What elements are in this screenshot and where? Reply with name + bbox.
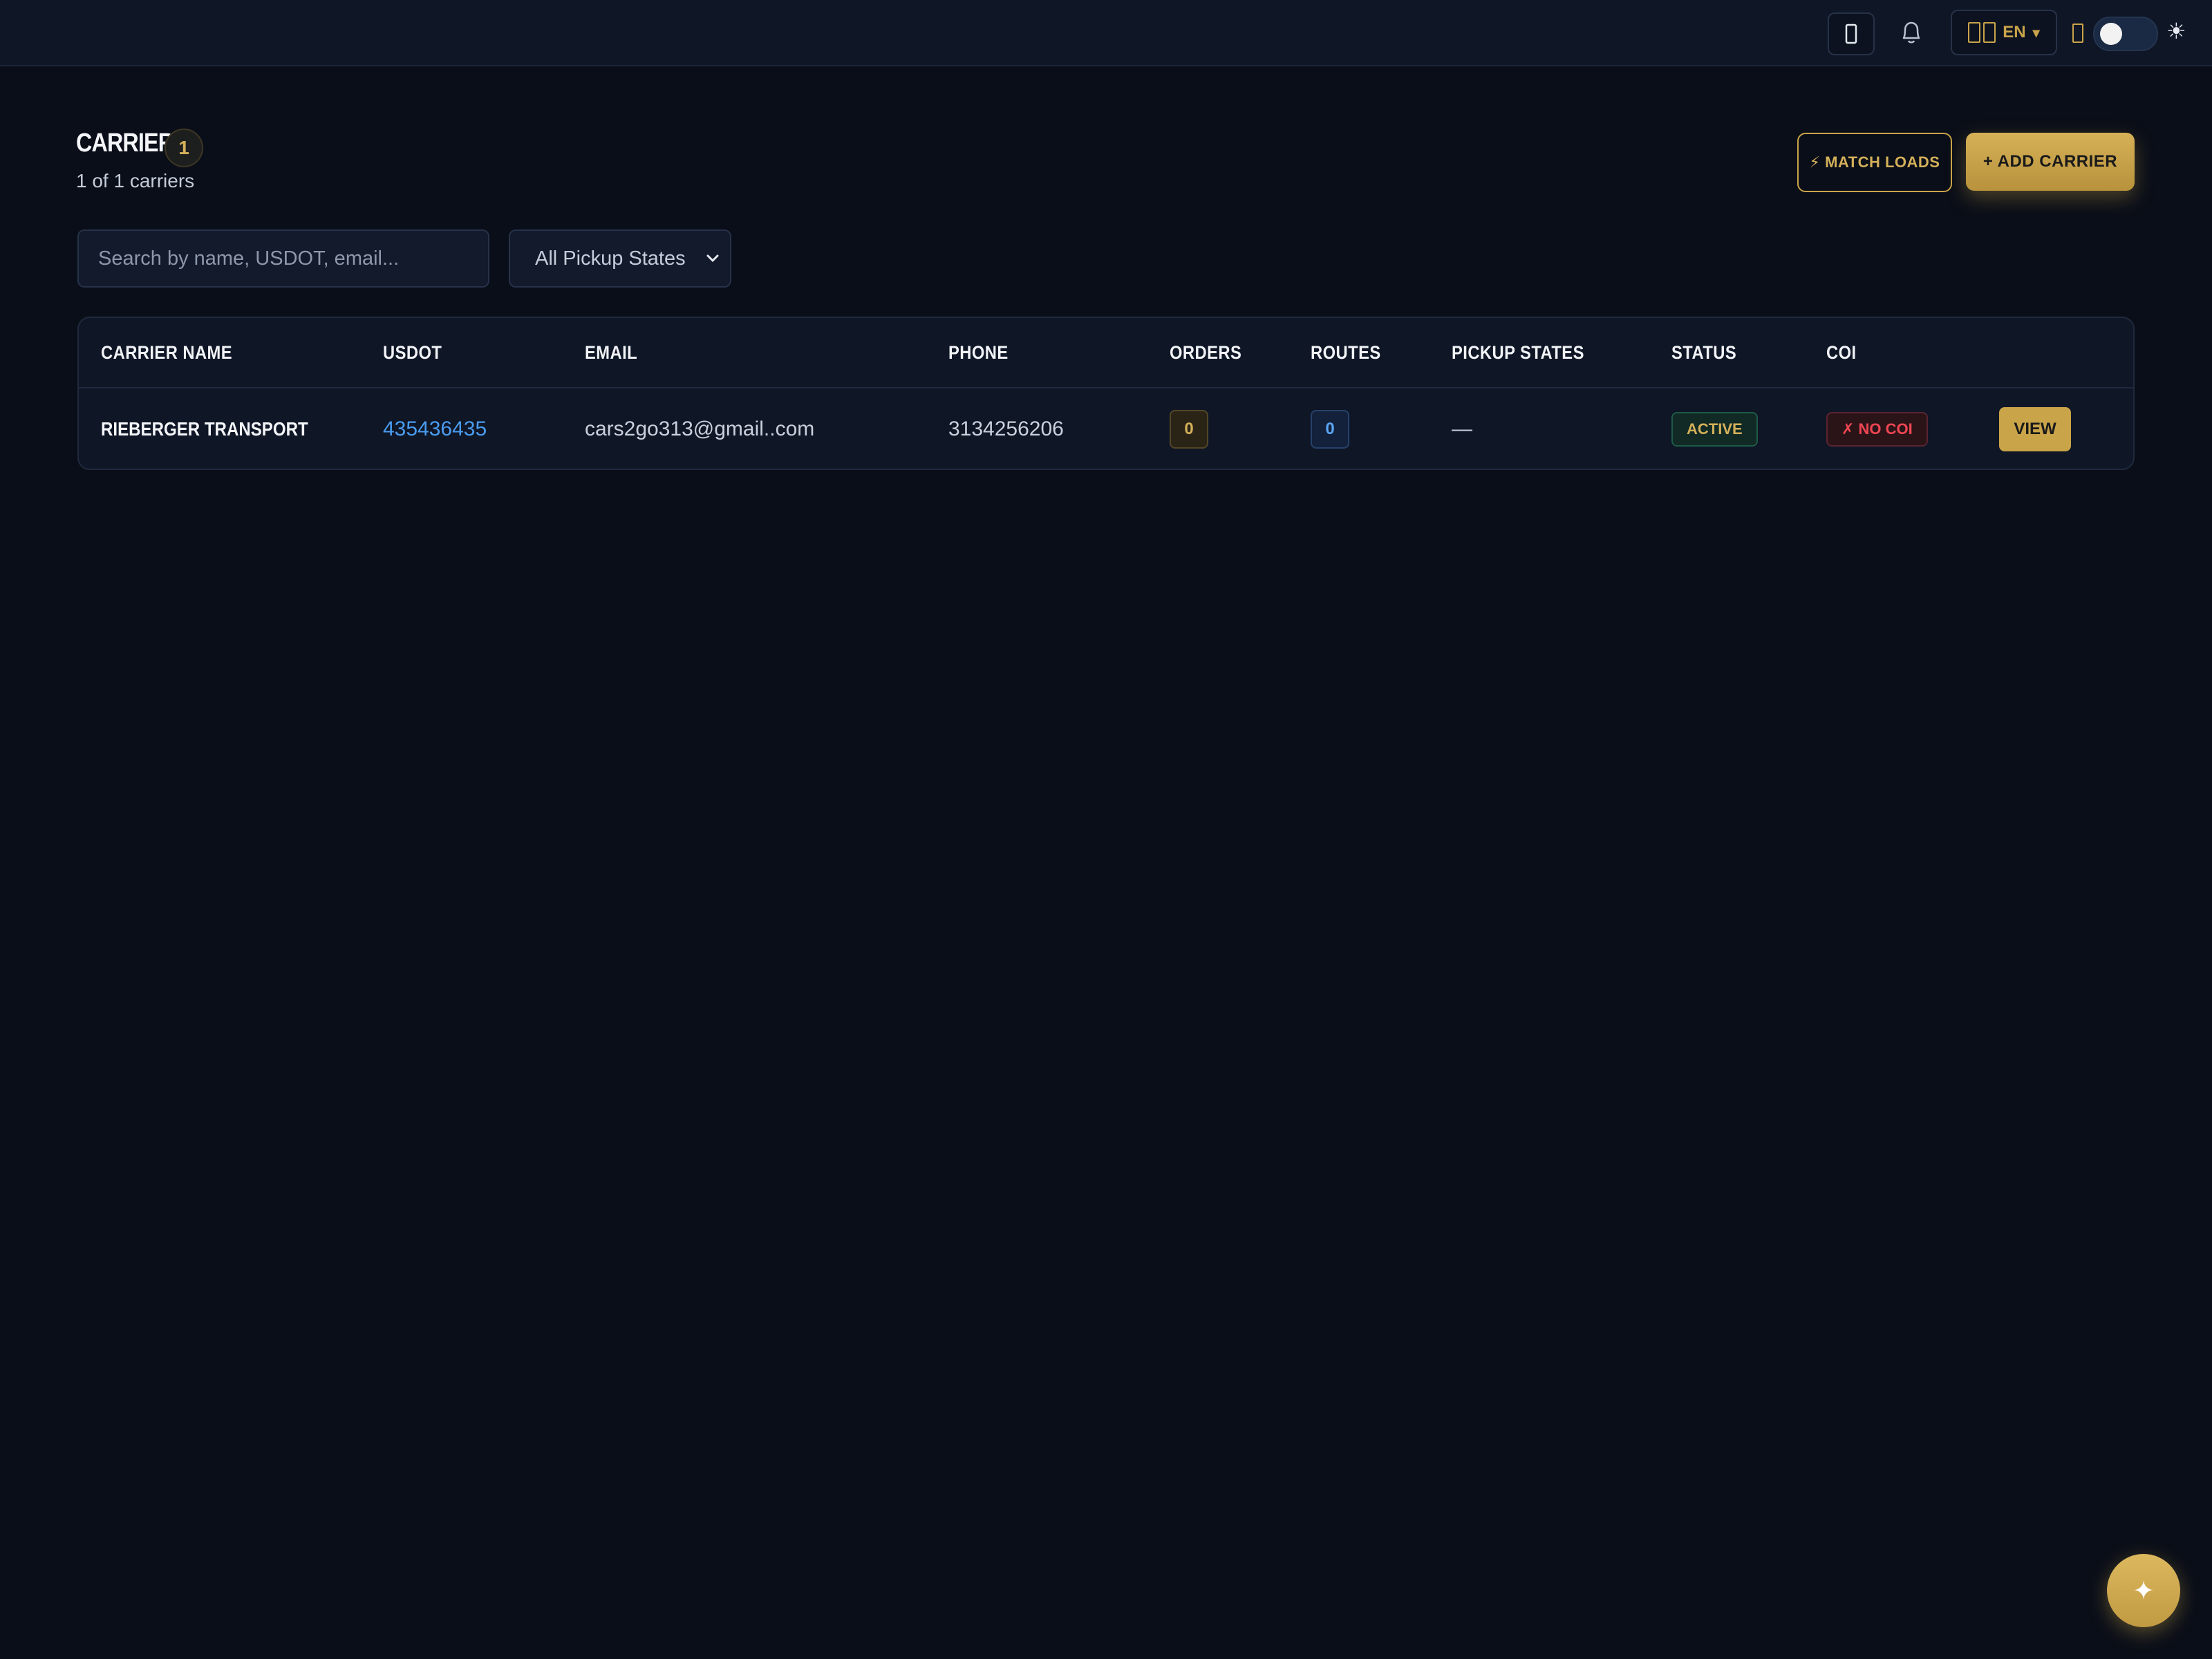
coi-badge: ✗ NO COI — [1826, 412, 1928, 447]
pickup-states-select[interactable]: All Pickup States — [509, 229, 731, 288]
column-email[interactable]: EMAIL — [585, 318, 637, 387]
bell-icon — [1902, 21, 1920, 44]
pickup-states-value: All Pickup States — [535, 247, 686, 270]
assistant-fab-button[interactable]: ✦ — [2107, 1554, 2180, 1627]
carrier-name: RIEBERGER TRANSPORT — [101, 418, 308, 440]
notifications-button[interactable] — [1894, 15, 1929, 50]
column-pickup-states[interactable]: PICKUP STATES — [1452, 318, 1584, 387]
device-small-icon — [2072, 24, 2083, 43]
column-carrier-name[interactable]: CARRIER NAME — [101, 318, 232, 387]
column-routes[interactable]: ROUTES — [1311, 318, 1381, 387]
column-orders[interactable]: ORDERS — [1170, 318, 1241, 387]
column-phone[interactable]: PHONE — [948, 318, 1009, 387]
add-carrier-button[interactable]: + ADD CARRIER — [1966, 133, 2135, 191]
carrier-phone: 3134256206 — [948, 418, 1064, 440]
carrier-email: cars2go313@gmail..com — [585, 418, 815, 440]
flag-icon — [1968, 22, 1996, 43]
top-bar: EN ▾ ☀ — [0, 0, 2212, 66]
language-code: EN — [2003, 23, 2026, 41]
search-input[interactable] — [77, 229, 489, 288]
carrier-count-text: 1 of 1 carriers — [76, 170, 195, 191]
toggle-knob — [2100, 23, 2122, 45]
mobile-icon — [1845, 24, 1857, 44]
column-usdot[interactable]: USDOT — [383, 318, 442, 387]
sun-icon: ☀ — [2166, 19, 2186, 44]
carrier-count-badge: 1 — [165, 129, 203, 167]
column-coi[interactable]: COI — [1826, 318, 1857, 387]
language-selector[interactable]: EN ▾ — [1951, 10, 2057, 55]
chevron-down-icon: ▾ — [2032, 25, 2040, 41]
usdot-link[interactable]: 435436435 — [383, 388, 487, 469]
sparkle-icon: ✦ — [2133, 1576, 2155, 1606]
table-row[interactable]: RIEBERGER TRANSPORT 435436435 cars2go313… — [79, 388, 2133, 469]
orders-count-badge: 0 — [1170, 410, 1208, 449]
routes-count-badge: 0 — [1311, 410, 1349, 449]
status-badge: ACTIVE — [1671, 412, 1758, 447]
chevron-down-icon — [706, 254, 719, 263]
view-carrier-button[interactable]: VIEW — [1999, 407, 2071, 451]
theme-toggle[interactable] — [2093, 17, 2158, 51]
carriers-table: CARRIER NAME USDOT EMAIL PHONE ORDERS RO… — [77, 317, 2135, 470]
table-header: CARRIER NAME USDOT EMAIL PHONE ORDERS RO… — [79, 318, 2133, 388]
pickup-states-value: — — [1452, 418, 1472, 440]
column-status[interactable]: STATUS — [1671, 318, 1736, 387]
match-loads-button[interactable]: ⚡ MATCH LOADS — [1797, 133, 1952, 192]
mobile-view-button[interactable] — [1828, 12, 1875, 55]
